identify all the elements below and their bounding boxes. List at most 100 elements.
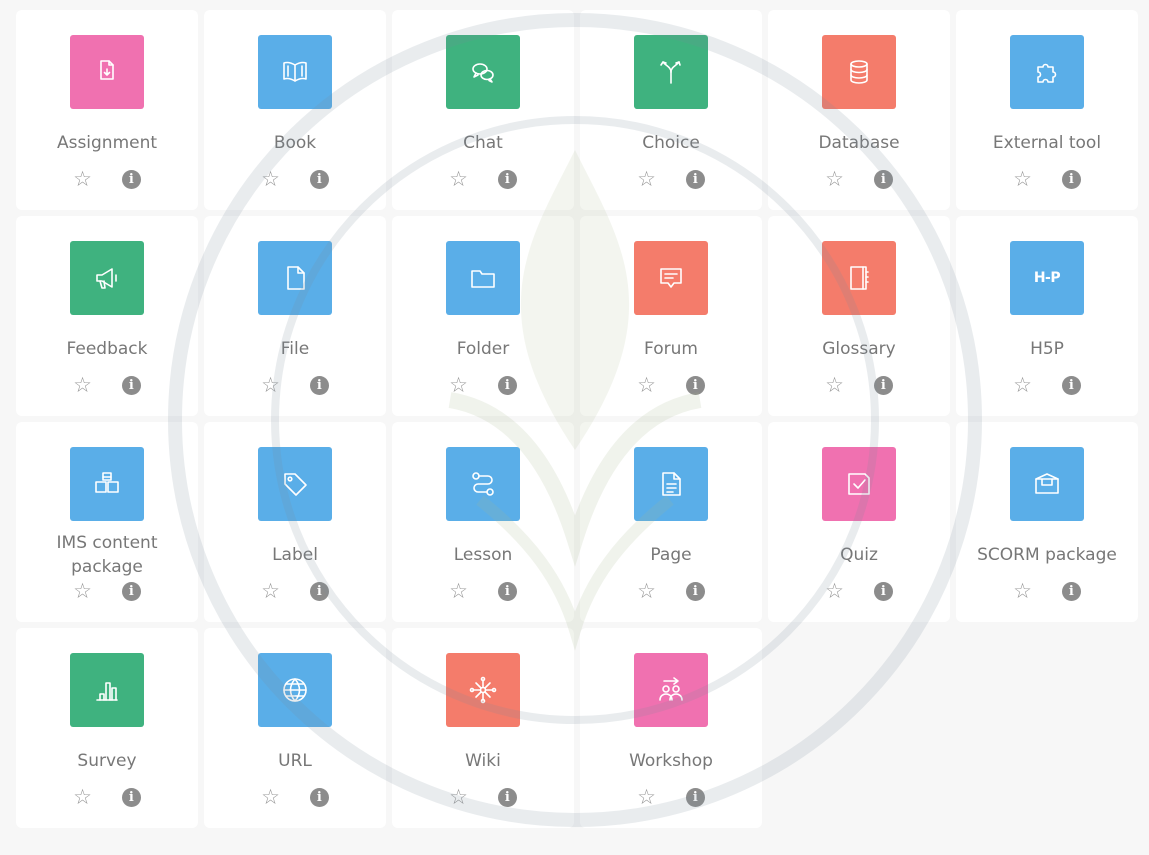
activity-name: IMS content package bbox=[56, 533, 158, 577]
activity-tile-choice[interactable]: Choice ☆ i bbox=[580, 10, 762, 210]
info-icon[interactable]: i bbox=[121, 170, 141, 189]
info-icon[interactable]: i bbox=[309, 788, 329, 807]
activity-actions: ☆ i bbox=[637, 787, 705, 808]
info-icon[interactable]: i bbox=[497, 582, 517, 601]
activity-name: Book bbox=[273, 133, 317, 153]
book-icon bbox=[258, 35, 332, 109]
activity-name: Workshop bbox=[629, 751, 713, 771]
star-favourite-icon[interactable]: ☆ bbox=[261, 581, 280, 602]
info-icon[interactable]: i bbox=[309, 170, 329, 189]
activity-tile-h5p[interactable]: H-P H5P ☆ i bbox=[956, 216, 1138, 416]
star-favourite-icon[interactable]: ☆ bbox=[1013, 375, 1032, 396]
activity-tile-folder[interactable]: Folder ☆ i bbox=[392, 216, 574, 416]
scorm-icon bbox=[1010, 447, 1084, 521]
activity-actions: ☆ i bbox=[73, 375, 141, 396]
activity-tile-book[interactable]: Book ☆ i bbox=[204, 10, 386, 210]
info-icon[interactable]: i bbox=[121, 376, 141, 395]
star-favourite-icon[interactable]: ☆ bbox=[73, 581, 92, 602]
activity-actions: ☆ i bbox=[73, 581, 141, 602]
star-favourite-icon[interactable]: ☆ bbox=[261, 169, 280, 190]
star-favourite-icon[interactable]: ☆ bbox=[637, 581, 656, 602]
activity-chooser: Assignment ☆ i Book ☆ i Chat ☆ i Choice ☆ i Database… bbox=[0, 0, 1149, 855]
activity-name: Glossary bbox=[822, 339, 896, 359]
star-favourite-icon[interactable]: ☆ bbox=[449, 787, 468, 808]
star-favourite-icon[interactable]: ☆ bbox=[73, 787, 92, 808]
info-icon[interactable]: i bbox=[497, 376, 517, 395]
activity-tile-survey[interactable]: Survey ☆ i bbox=[16, 628, 198, 828]
page-icon bbox=[634, 447, 708, 521]
file-icon bbox=[258, 241, 332, 315]
activity-tile-quiz[interactable]: Quiz ☆ i bbox=[768, 422, 950, 622]
activity-tile-external-tool[interactable]: External tool ☆ i bbox=[956, 10, 1138, 210]
star-favourite-icon[interactable]: ☆ bbox=[637, 375, 656, 396]
activity-tile-scorm-package[interactable]: SCORM package ☆ i bbox=[956, 422, 1138, 622]
info-icon[interactable]: i bbox=[873, 170, 893, 189]
activity-tile-file[interactable]: File ☆ i bbox=[204, 216, 386, 416]
star-favourite-icon[interactable]: ☆ bbox=[825, 375, 844, 396]
workshop-icon bbox=[634, 653, 708, 727]
info-icon[interactable]: i bbox=[497, 788, 517, 807]
activity-name: URL bbox=[278, 751, 312, 771]
star-favourite-icon[interactable]: ☆ bbox=[449, 169, 468, 190]
star-favourite-icon[interactable]: ☆ bbox=[1013, 169, 1032, 190]
activity-name: Wiki bbox=[465, 751, 501, 771]
activity-actions: ☆ i bbox=[261, 581, 329, 602]
activity-name: Forum bbox=[644, 339, 698, 359]
activity-tile-lesson[interactable]: Lesson ☆ i bbox=[392, 422, 574, 622]
activity-tile-database[interactable]: Database ☆ i bbox=[768, 10, 950, 210]
activity-tile-url[interactable]: URL ☆ i bbox=[204, 628, 386, 828]
activity-tile-ims-content-package[interactable]: IMS content package ☆ i bbox=[16, 422, 198, 622]
info-icon[interactable]: i bbox=[1061, 376, 1081, 395]
activity-tile-workshop[interactable]: Workshop ☆ i bbox=[580, 628, 762, 828]
star-favourite-icon[interactable]: ☆ bbox=[449, 581, 468, 602]
activity-actions: ☆ i bbox=[261, 375, 329, 396]
info-icon[interactable]: i bbox=[685, 788, 705, 807]
info-icon[interactable]: i bbox=[685, 582, 705, 601]
activity-name: Assignment bbox=[56, 133, 158, 153]
info-icon[interactable]: i bbox=[309, 582, 329, 601]
forum-icon bbox=[634, 241, 708, 315]
globe-icon bbox=[258, 653, 332, 727]
activity-actions: ☆ i bbox=[261, 787, 329, 808]
activity-tile-chat[interactable]: Chat ☆ i bbox=[392, 10, 574, 210]
star-favourite-icon[interactable]: ☆ bbox=[825, 581, 844, 602]
star-favourite-icon[interactable]: ☆ bbox=[637, 169, 656, 190]
h5p-logo-text: H-P bbox=[1033, 270, 1061, 286]
star-favourite-icon[interactable]: ☆ bbox=[825, 169, 844, 190]
activity-tile-glossary[interactable]: Glossary ☆ i bbox=[768, 216, 950, 416]
activity-tile-feedback[interactable]: Feedback ☆ i bbox=[16, 216, 198, 416]
assignment-icon bbox=[70, 35, 144, 109]
activity-actions: ☆ i bbox=[449, 375, 517, 396]
info-icon[interactable]: i bbox=[685, 376, 705, 395]
choice-icon bbox=[634, 35, 708, 109]
glossary-icon bbox=[822, 241, 896, 315]
activity-actions: ☆ i bbox=[1013, 169, 1081, 190]
star-favourite-icon[interactable]: ☆ bbox=[261, 787, 280, 808]
info-icon[interactable]: i bbox=[1061, 582, 1081, 601]
star-favourite-icon[interactable]: ☆ bbox=[637, 787, 656, 808]
star-favourite-icon[interactable]: ☆ bbox=[1013, 581, 1032, 602]
activity-tile-wiki[interactable]: Wiki ☆ i bbox=[392, 628, 574, 828]
star-favourite-icon[interactable]: ☆ bbox=[73, 169, 92, 190]
info-icon[interactable]: i bbox=[121, 582, 141, 601]
activity-tile-assignment[interactable]: Assignment ☆ i bbox=[16, 10, 198, 210]
info-icon[interactable]: i bbox=[1061, 170, 1081, 189]
activity-name: Survey bbox=[77, 751, 137, 771]
info-icon[interactable]: i bbox=[873, 376, 893, 395]
activity-actions: ☆ i bbox=[261, 169, 329, 190]
activity-actions: ☆ i bbox=[637, 375, 705, 396]
info-icon[interactable]: i bbox=[873, 582, 893, 601]
star-favourite-icon[interactable]: ☆ bbox=[73, 375, 92, 396]
info-icon[interactable]: i bbox=[309, 376, 329, 395]
activity-tile-forum[interactable]: Forum ☆ i bbox=[580, 216, 762, 416]
activity-actions: ☆ i bbox=[825, 169, 893, 190]
activity-name: Lesson bbox=[453, 545, 513, 565]
info-icon[interactable]: i bbox=[497, 170, 517, 189]
star-favourite-icon[interactable]: ☆ bbox=[261, 375, 280, 396]
info-icon[interactable]: i bbox=[121, 788, 141, 807]
activity-tile-page[interactable]: Page ☆ i bbox=[580, 422, 762, 622]
activity-tile-label[interactable]: Label ☆ i bbox=[204, 422, 386, 622]
activity-actions: ☆ i bbox=[449, 787, 517, 808]
star-favourite-icon[interactable]: ☆ bbox=[449, 375, 468, 396]
info-icon[interactable]: i bbox=[685, 170, 705, 189]
